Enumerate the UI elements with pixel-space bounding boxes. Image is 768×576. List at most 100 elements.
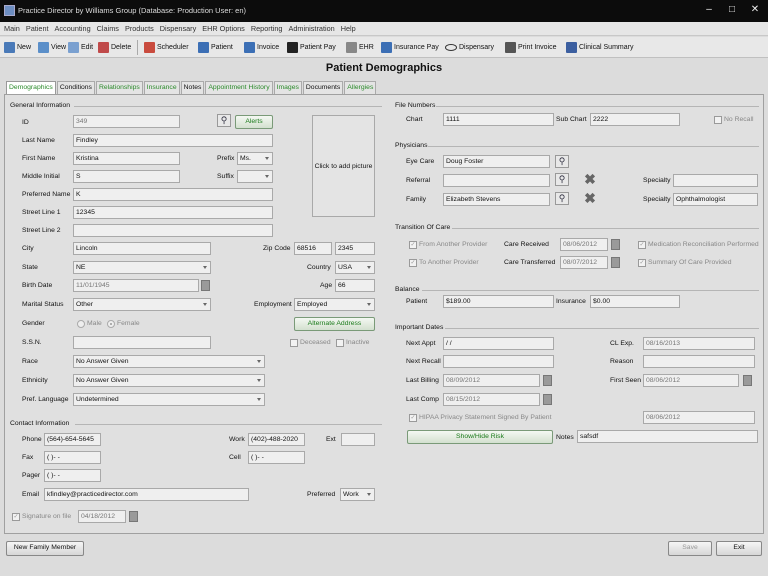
patient-picture[interactable]: Click to add picture: [312, 115, 375, 217]
zip-field[interactable]: 68516: [294, 242, 332, 255]
menu-dispensary[interactable]: Dispensary: [160, 22, 197, 35]
show-hide-risk-button[interactable]: Show/Hide Risk: [407, 430, 553, 444]
last-billing-calendar-icon[interactable]: [543, 375, 552, 386]
signature-checkbox[interactable]: ✓: [12, 513, 20, 521]
race-select[interactable]: No Answer Given: [73, 355, 265, 368]
menu-patient[interactable]: Patient: [26, 22, 49, 35]
referral-field[interactable]: [443, 174, 550, 187]
preferred-contact-select[interactable]: Work: [340, 488, 375, 501]
deceased-checkbox[interactable]: [290, 339, 298, 347]
menu-help[interactable]: Help: [341, 22, 356, 35]
menu-administration[interactable]: Administration: [288, 22, 334, 35]
signature-calendar-icon[interactable]: [129, 511, 138, 522]
fax-field[interactable]: ( )- -: [44, 451, 101, 464]
menu-main[interactable]: Main: [4, 22, 20, 35]
tab-documents[interactable]: Documents: [302, 81, 344, 94]
alternate-address-button[interactable]: Alternate Address: [294, 317, 375, 331]
inactive-checkbox[interactable]: [336, 339, 344, 347]
birth-date-field[interactable]: 11/01/1945: [73, 279, 199, 292]
cell-field[interactable]: ( )- -: [248, 451, 305, 464]
last-billing-field[interactable]: 08/09/2012: [443, 374, 540, 387]
maximize-icon[interactable]: □: [723, 2, 741, 17]
care-transferred-field[interactable]: 08/07/2012: [560, 256, 608, 269]
scheduler-button[interactable]: Scheduler: [144, 40, 189, 55]
ehr-button[interactable]: EHR: [346, 40, 374, 55]
referral-search-button[interactable]: ⚲: [555, 173, 569, 186]
gender-male-radio[interactable]: [77, 320, 85, 328]
new-family-member-button[interactable]: New Family Member: [6, 541, 84, 556]
from-provider-checkbox[interactable]: ✓: [409, 241, 417, 249]
to-provider-checkbox[interactable]: ✓: [409, 259, 417, 267]
next-recall-field[interactable]: [443, 355, 554, 368]
work-phone-field[interactable]: (402)-488-2020: [248, 433, 305, 446]
menu-claims[interactable]: Claims: [97, 22, 119, 35]
view-button[interactable]: View: [38, 40, 66, 55]
street1-field[interactable]: 12345: [73, 206, 273, 219]
email-field[interactable]: kfindley@practicedirector.com: [44, 488, 249, 501]
tab-insurance[interactable]: Insurance: [143, 81, 180, 94]
tab-relationships[interactable]: Relationships: [95, 81, 143, 94]
menu-reporting[interactable]: Reporting: [251, 22, 283, 35]
tab-images[interactable]: Images: [273, 81, 302, 94]
exit-button[interactable]: Exit: [716, 541, 762, 556]
patient-pay-button[interactable]: Patient Pay: [287, 40, 336, 55]
dispensary-button[interactable]: Dispensary: [445, 40, 494, 55]
last-comp-calendar-icon[interactable]: [543, 394, 552, 405]
pager-field[interactable]: ( )- -: [44, 469, 101, 482]
country-select[interactable]: USA: [335, 261, 375, 274]
preferred-name-field[interactable]: K: [73, 188, 273, 201]
save-button[interactable]: Save: [668, 541, 712, 556]
next-appt-field[interactable]: / /: [443, 337, 554, 350]
ext-field[interactable]: [341, 433, 375, 446]
city-field[interactable]: Lincoln: [73, 242, 211, 255]
phone-field[interactable]: (564)-654-5645: [44, 433, 101, 446]
menu-accounting[interactable]: Accounting: [55, 22, 91, 35]
care-transferred-calendar-icon[interactable]: [611, 257, 620, 268]
hipaa-checkbox[interactable]: ✓: [409, 414, 417, 422]
gender-female-radio[interactable]: [107, 320, 115, 328]
summary-care-checkbox[interactable]: ✓: [638, 259, 646, 267]
family-clear-icon[interactable]: ✖: [580, 190, 600, 206]
menu-ehr-options[interactable]: EHR Options: [202, 22, 245, 35]
first-seen-field[interactable]: 08/06/2012: [643, 374, 739, 387]
zip4-field[interactable]: 2345: [335, 242, 375, 255]
first-seen-calendar-icon[interactable]: [743, 375, 752, 386]
minimize-icon[interactable]: –: [700, 2, 718, 17]
chart-field[interactable]: 1111: [443, 113, 554, 126]
tab-allergies[interactable]: Allergies: [344, 81, 377, 94]
family-physician-field[interactable]: Elizabeth Stevens: [443, 193, 550, 206]
id-search-button[interactable]: ⚲: [217, 114, 231, 127]
eye-care-field[interactable]: Doug Foster: [443, 155, 550, 168]
referral-clear-icon[interactable]: ✖: [580, 171, 600, 187]
signature-date-field[interactable]: 04/18/2012: [78, 510, 126, 523]
alerts-button[interactable]: Alerts: [235, 115, 273, 129]
middle-initial-field[interactable]: S: [73, 170, 180, 183]
last-name-field[interactable]: Findley: [73, 134, 273, 147]
state-select[interactable]: NE: [73, 261, 211, 274]
family-search-button[interactable]: ⚲: [555, 192, 569, 205]
edit-button[interactable]: Edit: [68, 40, 93, 55]
notes-field[interactable]: safsdf: [577, 430, 758, 443]
invoice-button[interactable]: Invoice: [244, 40, 279, 55]
tab-demographics[interactable]: Demographics: [6, 81, 56, 94]
prefix-select[interactable]: Ms.: [237, 152, 273, 165]
ssn-field[interactable]: [73, 336, 211, 349]
eye-care-search-button[interactable]: ⚲: [555, 155, 569, 168]
street2-field[interactable]: [73, 224, 273, 237]
first-name-field[interactable]: Kristina: [73, 152, 180, 165]
care-received-calendar-icon[interactable]: [611, 239, 620, 250]
marital-status-select[interactable]: Other: [73, 298, 211, 311]
tab-conditions[interactable]: Conditions: [56, 81, 95, 94]
reason-field[interactable]: [643, 355, 755, 368]
close-icon[interactable]: ✕: [746, 2, 764, 17]
no-recall-checkbox[interactable]: [714, 116, 722, 124]
ethnicity-select[interactable]: No Answer Given: [73, 374, 265, 387]
language-select[interactable]: Undetermined: [73, 393, 265, 406]
delete-button[interactable]: Delete: [98, 40, 131, 55]
med-rec-checkbox[interactable]: ✓: [638, 241, 646, 249]
print-invoice-button[interactable]: Print Invoice: [505, 40, 557, 55]
care-received-field[interactable]: 08/06/2012: [560, 238, 608, 251]
new-button[interactable]: New: [4, 40, 31, 55]
cl-exp-field[interactable]: 08/16/2013: [643, 337, 755, 350]
patient-button[interactable]: Patient: [198, 40, 233, 55]
